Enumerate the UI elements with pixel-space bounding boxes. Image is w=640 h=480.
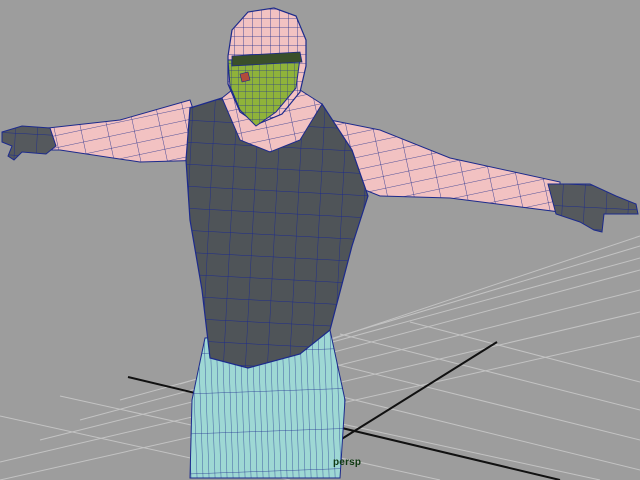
right-hand[interactable] (547, 183, 639, 233)
left-hand[interactable] (1, 125, 57, 161)
camera-label: persp (333, 457, 362, 468)
scene-canvas[interactable] (0, 0, 640, 480)
perspective-viewport[interactable]: persp (0, 0, 640, 480)
